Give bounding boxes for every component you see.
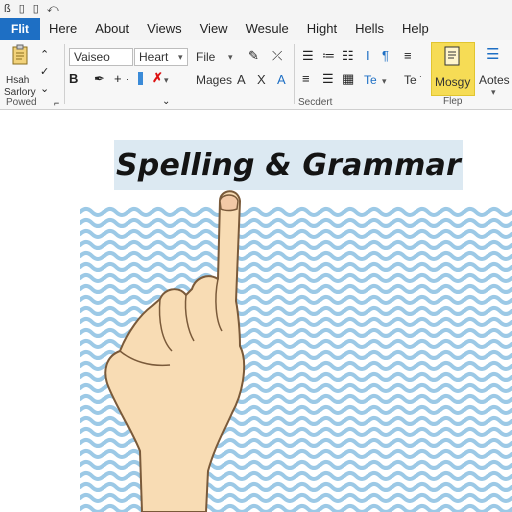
text-i-button[interactable]: I	[366, 49, 370, 63]
numbering-icon[interactable]: ≔	[322, 49, 335, 63]
tab-here[interactable]: Here	[40, 18, 86, 40]
quick-access-toolbar: ß ▯ ▯ ⤺	[0, 0, 512, 18]
clipboard-group-label: Powed	[6, 97, 37, 108]
align-icon[interactable]: ≡	[404, 49, 412, 63]
editing-group-label: Flep	[443, 96, 463, 107]
editing-button-label: Mosgy	[435, 75, 471, 89]
save-icon[interactable]: ß	[4, 2, 11, 16]
te-button-2[interactable]: Te	[404, 73, 417, 87]
font-group-expander-icon[interactable]: ⌄	[162, 95, 170, 109]
notes-dropdown-icon[interactable]: ▾	[491, 87, 496, 98]
tab-file[interactable]: Flit	[0, 18, 40, 40]
paste-icon	[12, 44, 28, 65]
clipboard-group: Hsah Sarlory ⌃ ✓ ⌄ Powed ⌐	[0, 40, 64, 110]
group-divider	[64, 44, 65, 104]
editing-button[interactable]: Mosgy	[431, 42, 475, 96]
te-dropdown-icon[interactable]: ▾	[382, 76, 387, 87]
ribbon: Hsah Sarlory ⌃ ✓ ⌄ Powed ⌐ Vaiseo Heart …	[0, 40, 512, 110]
bold-icon[interactable]: B	[69, 72, 78, 86]
paragraph-mark-icon[interactable]: ¶	[382, 49, 389, 63]
page-icon[interactable]: ▯	[33, 2, 39, 16]
tab-help[interactable]: Help	[393, 18, 438, 40]
tab-view[interactable]: View	[191, 18, 237, 40]
te-more-icon[interactable]: ·	[419, 70, 422, 84]
pen-icon[interactable]: ✒	[94, 72, 105, 86]
find-icon	[444, 46, 460, 66]
plus-icon[interactable]: +	[114, 72, 122, 86]
undo-icon[interactable]: ⤺	[47, 2, 59, 16]
bullets-icon[interactable]: ☰	[302, 49, 314, 63]
shrink-font-button[interactable]: X	[257, 73, 266, 87]
document-icon[interactable]: ▯	[19, 2, 25, 16]
font-color-icon[interactable]: ✗	[152, 71, 163, 85]
tab-wesule[interactable]: Wesule	[237, 18, 298, 40]
eraser-icon[interactable]: ✎	[248, 49, 259, 63]
font-group: Vaiseo Heart ▾ File ▾ ✎ ⤫ B ✒ + · ✗ ▾ Ma…	[66, 40, 298, 110]
notes-button[interactable]: Aotes	[479, 73, 510, 87]
tab-hells[interactable]: Hells	[346, 18, 393, 40]
file-button[interactable]: File	[196, 50, 215, 64]
format-painter-icon[interactable]: ⌄	[40, 82, 49, 96]
notes-group: ☰ Aotes ▾	[477, 40, 512, 110]
multilevel-list-icon[interactable]: ☷	[342, 49, 354, 63]
group-divider	[294, 44, 295, 104]
file-dropdown-icon[interactable]: ▾	[228, 52, 233, 63]
font-name-box[interactable]: Vaiseo	[69, 48, 133, 66]
font-size-dropdown-icon[interactable]: ▾	[178, 52, 183, 63]
grow-font-button[interactable]: A	[237, 73, 246, 87]
clear-format-icon[interactable]: ⤫	[272, 49, 282, 63]
paste-button[interactable]: Hsah Sarlory	[4, 44, 38, 100]
dot-icon: ·	[126, 74, 129, 84]
menu-bar: Flit Here About Views View Wesule Hight …	[0, 18, 512, 40]
list-icon[interactable]: ☰	[486, 47, 499, 62]
tab-about[interactable]: About	[86, 18, 138, 40]
te-button[interactable]: Te	[364, 73, 377, 87]
cut-icon[interactable]: ✓	[40, 65, 49, 79]
align-center-icon[interactable]: ☰	[322, 72, 334, 86]
change-case-button[interactable]: A	[277, 73, 286, 87]
highlighter-icon[interactable]	[136, 71, 146, 90]
font-color-dropdown-icon[interactable]: ▾	[164, 75, 169, 86]
tab-views[interactable]: Views	[138, 18, 190, 40]
group-expander-icon[interactable]: ⌐	[54, 96, 59, 110]
tab-hight[interactable]: Hight	[298, 18, 346, 40]
document-area[interactable]: Spelling & Grammar	[0, 111, 512, 512]
chevron-up-icon[interactable]: ⌃	[40, 48, 49, 62]
align-left-icon[interactable]: ≡	[302, 72, 310, 86]
table-icon[interactable]: ▦	[342, 72, 354, 86]
paragraph-group-label: Secdert	[298, 97, 333, 108]
pointing-hand	[104, 190, 246, 512]
paragraph-group: ☰ ≔ ☷ I ¶ ≡ ≡ ☰ ▦ Te ▾ Te · Secdert	[296, 40, 430, 110]
mages-button[interactable]: Mages	[196, 73, 232, 87]
